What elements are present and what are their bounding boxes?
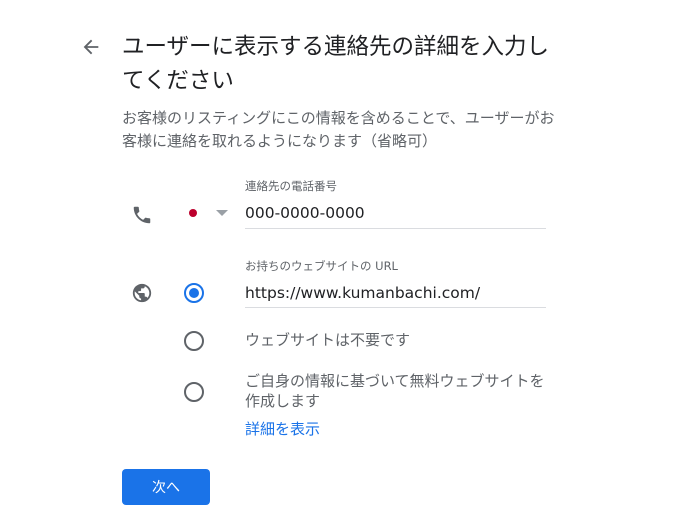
page-subtitle: お客様のリスティングにこの情報を含めることで、ユーザーがお客様に連絡を取れるよう… xyxy=(122,109,555,150)
phone-icon xyxy=(133,206,151,224)
create-website-label[interactable]: ご自身の情報に基づいて無料ウェブサイトを作成します xyxy=(245,371,545,411)
page-title: ユーザーに表示する連絡先の詳細を入力してください xyxy=(122,34,550,94)
country-dropdown-icon[interactable] xyxy=(216,210,228,216)
no-website-label[interactable]: ウェブサイトは不要です xyxy=(245,330,410,350)
globe-icon xyxy=(132,283,152,303)
next-button[interactable]: 次へ xyxy=(122,469,210,505)
website-field-label: お持ちのウェブサイトの URL xyxy=(245,259,398,273)
learn-more-link[interactable]: 詳細を表示 xyxy=(245,418,320,439)
country-flag-icon[interactable] xyxy=(189,209,197,217)
back-arrow-icon[interactable] xyxy=(80,36,102,58)
create-website-radio[interactable] xyxy=(184,382,204,402)
phone-input[interactable] xyxy=(245,204,546,229)
website-url-input[interactable] xyxy=(245,284,546,308)
radio-selected-dot xyxy=(189,288,199,298)
no-website-radio[interactable] xyxy=(184,331,204,351)
website-url-radio[interactable] xyxy=(184,283,204,303)
phone-field-label: 連絡先の電話番号 xyxy=(245,179,337,193)
